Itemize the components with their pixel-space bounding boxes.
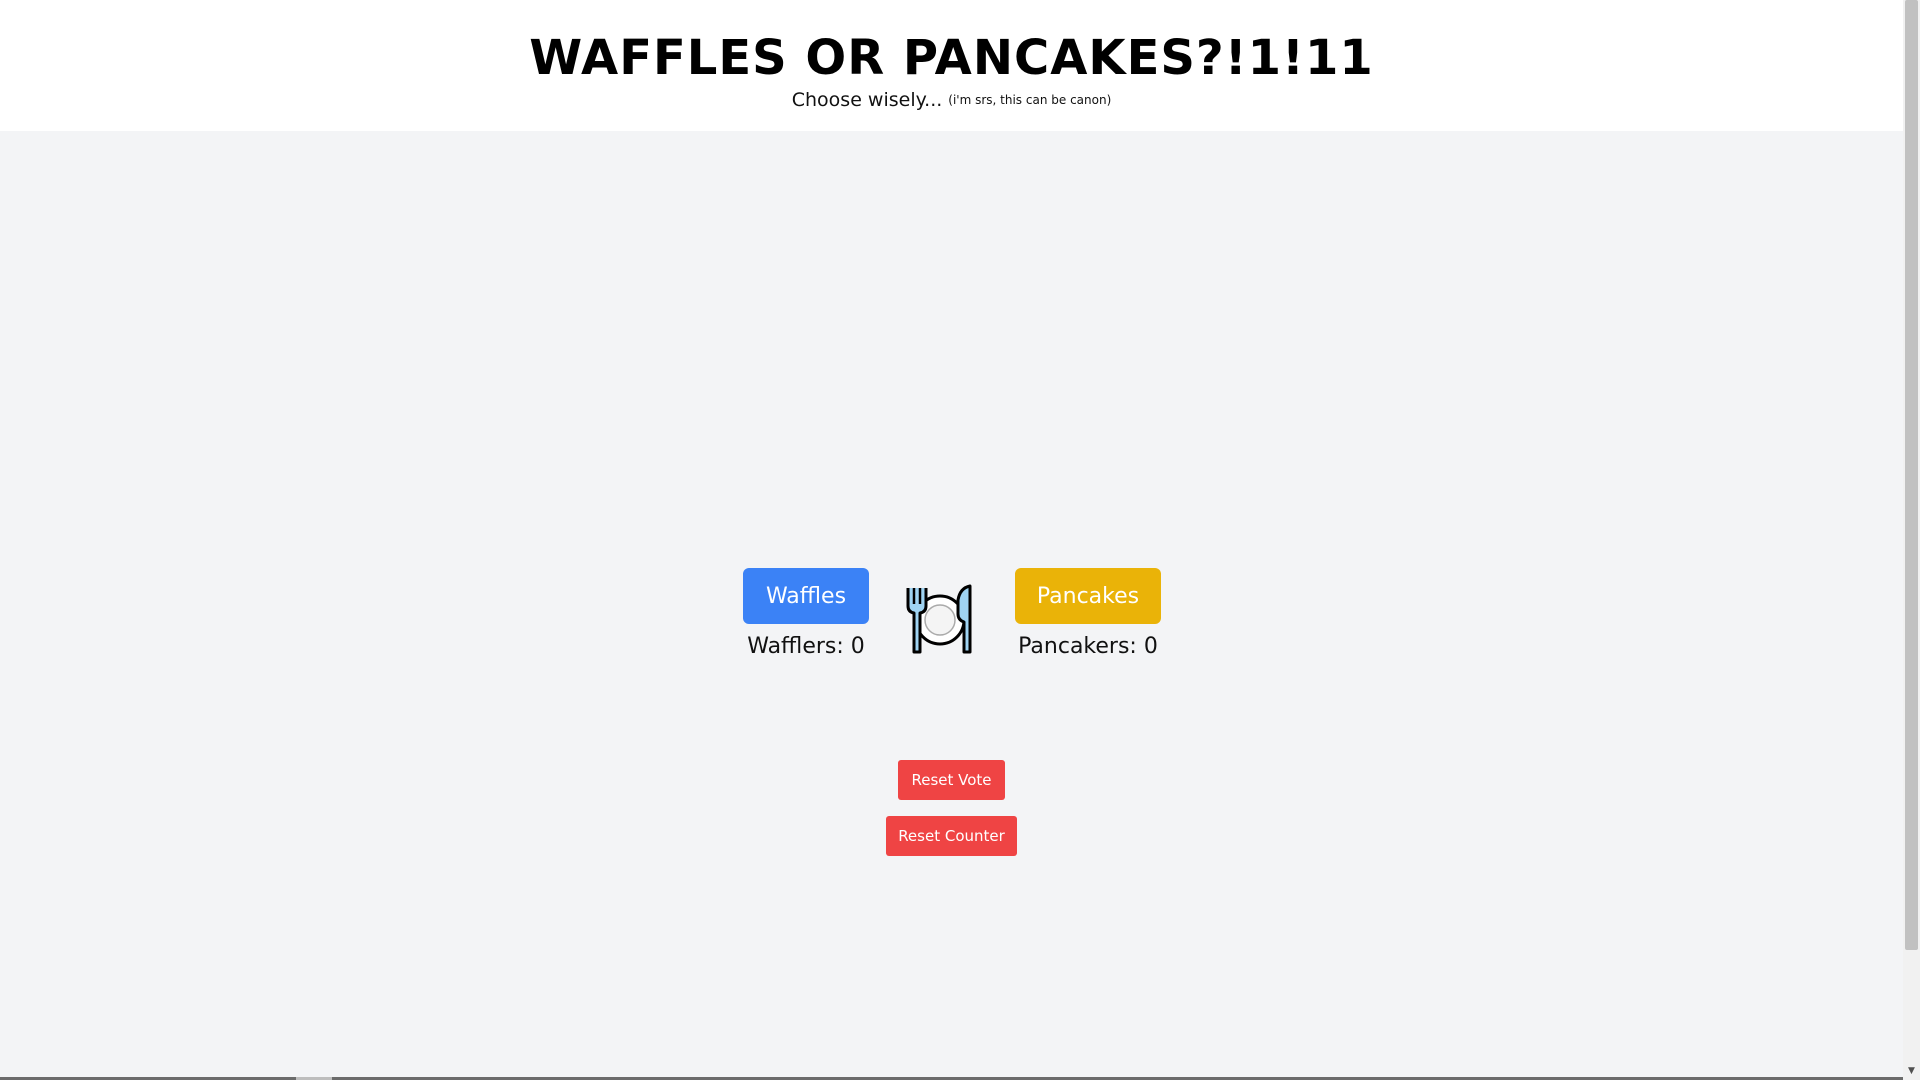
subtitle-small-text: (i'm srs, this can be canon) xyxy=(948,93,1112,107)
reset-vote-button[interactable]: Reset Vote xyxy=(898,760,1005,800)
page-header: WAFFLES OR PANCAKES?!1!11 Choose wisely.… xyxy=(0,0,1903,131)
fork-knife-plate-icon xyxy=(904,584,976,656)
vote-area: Waffles Wafflers: 0 Pancakes Pancakers: … xyxy=(743,568,1161,668)
waffles-button[interactable]: Waffles xyxy=(743,568,869,624)
scroll-down-arrow-icon[interactable]: ▼ xyxy=(1903,1063,1920,1080)
page-title: WAFFLES OR PANCAKES?!1!11 xyxy=(529,30,1374,86)
scrollbar-thumb[interactable] xyxy=(1905,0,1918,950)
pancakes-counter: Pancakers: 0 xyxy=(1018,634,1158,659)
pancakes-button[interactable]: Pancakes xyxy=(1015,568,1161,624)
subtitle-text: Choose wisely... xyxy=(791,89,943,111)
waffles-counter: Wafflers: 0 xyxy=(747,634,865,659)
vertical-scrollbar[interactable]: ▼ xyxy=(1903,0,1920,1080)
page: WAFFLES OR PANCAKES?!1!11 Choose wisely.… xyxy=(0,0,1920,1080)
page-subtitle: Choose wisely... (i'm srs, this can be ca… xyxy=(0,89,1903,111)
reset-counter-button[interactable]: Reset Counter xyxy=(886,816,1017,856)
